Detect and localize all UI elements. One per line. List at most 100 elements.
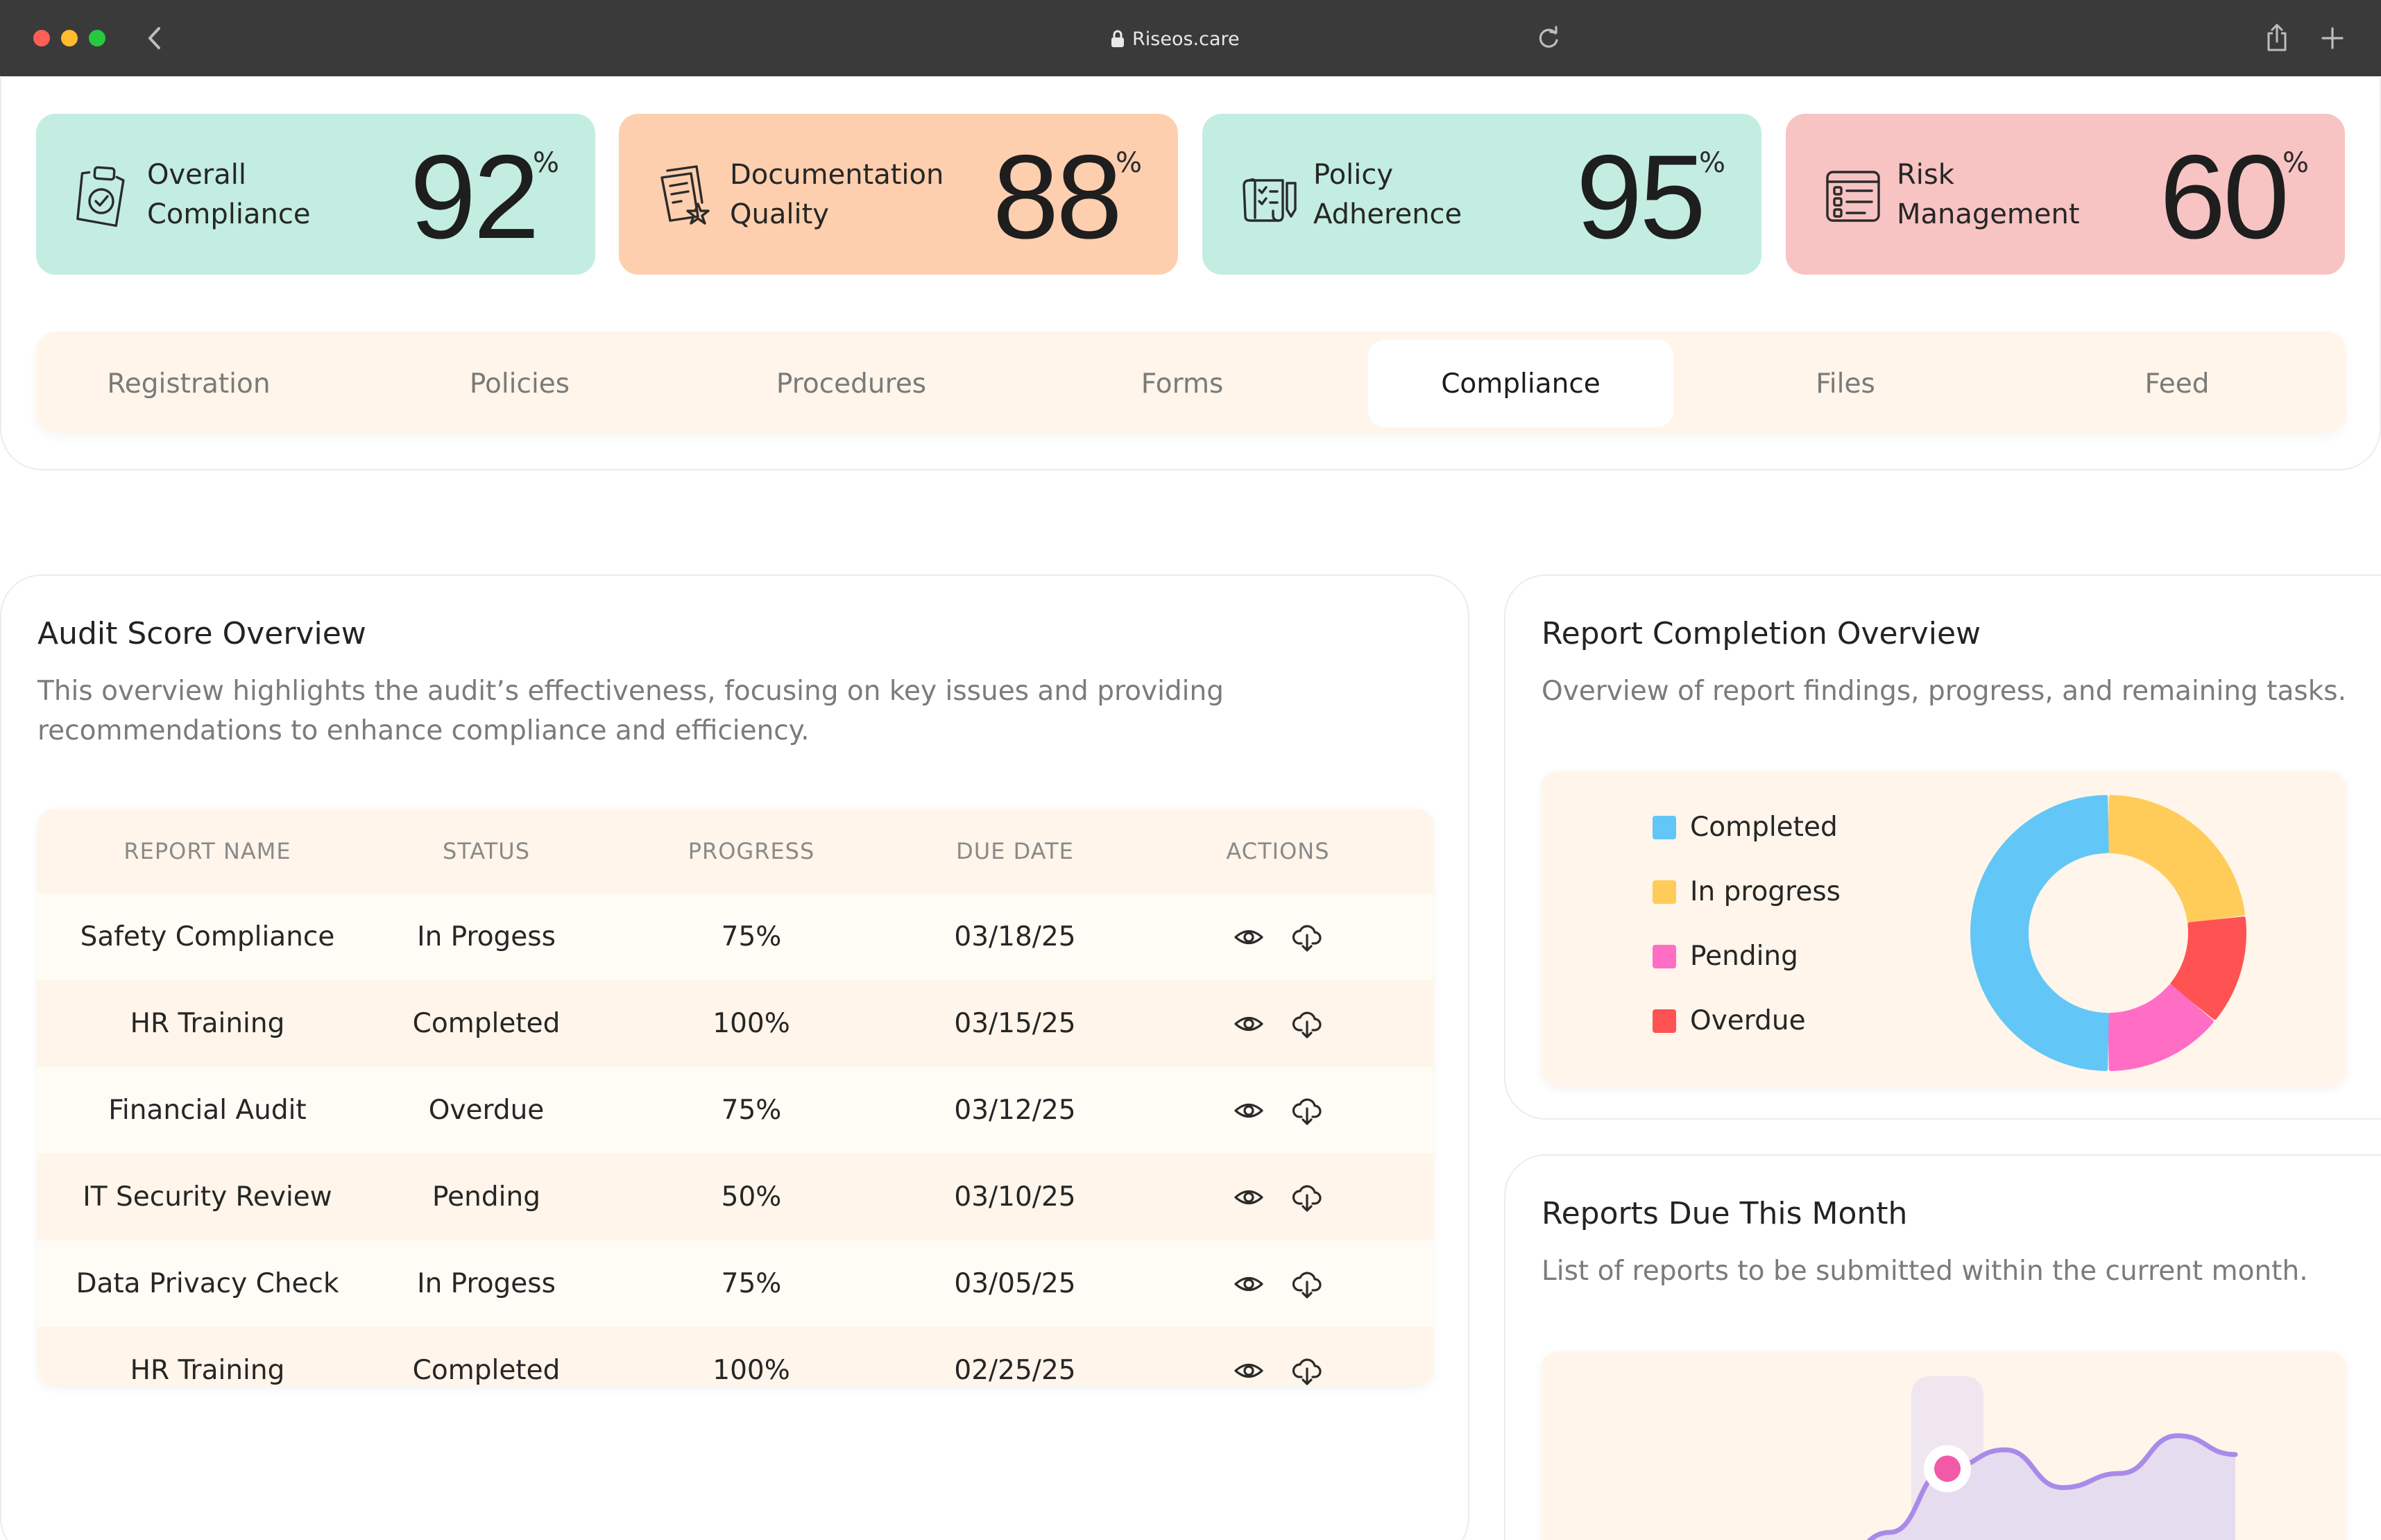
clipboard-check-icon bbox=[76, 166, 125, 228]
new-tab-icon[interactable] bbox=[2320, 26, 2345, 51]
report-completion-panel: Report Completion Overview Overview of r… bbox=[1504, 574, 2381, 1120]
reports-due-panel: Reports Due This Month List of reports t… bbox=[1504, 1154, 2381, 1540]
cell-actions bbox=[1123, 1095, 1433, 1127]
stat-unit: % bbox=[532, 147, 559, 179]
scroll-checklist-icon bbox=[1243, 178, 1297, 222]
document-star-icon bbox=[660, 165, 710, 225]
highlight-point[interactable] bbox=[1934, 1455, 1961, 1482]
stat-value: 92 bbox=[409, 130, 540, 264]
stat-value: 95 bbox=[1576, 130, 1706, 264]
stat-label: Policy Adherence bbox=[1313, 159, 1462, 230]
table-header: REPORT NAME STATUS PROGRESS DUE DATE ACT… bbox=[37, 809, 1433, 893]
legend-item-overdue: Overdue bbox=[1653, 1005, 1806, 1036]
tab-forms[interactable]: Forms bbox=[1030, 340, 1335, 427]
cell-status: In Progess bbox=[417, 1268, 556, 1299]
audit-table: REPORT NAME STATUS PROGRESS DUE DATE ACT… bbox=[37, 809, 1433, 1386]
reports-due-subtitle: List of reports to be submitted within t… bbox=[1542, 1256, 2308, 1287]
cell-progress: 100% bbox=[712, 1355, 790, 1386]
address-text: Riseos.care bbox=[1132, 28, 1240, 50]
donut-slice-in-progress[interactable] bbox=[2108, 795, 2245, 923]
report-completion-chart-card: Completed In progress Pending Overdue bbox=[1542, 771, 2346, 1086]
column-header-due-date[interactable]: DUE DATE bbox=[907, 838, 1123, 864]
legend-item-completed: Completed bbox=[1653, 812, 1838, 843]
stat-card-risk-management[interactable]: Risk Management 60 % bbox=[1786, 114, 2345, 275]
legend-swatch bbox=[1653, 880, 1676, 904]
back-chevron-icon[interactable] bbox=[144, 26, 165, 51]
eye-icon[interactable] bbox=[1233, 1355, 1265, 1387]
reports-due-area-chart bbox=[1866, 1376, 2238, 1540]
cell-status: Completed bbox=[412, 1008, 561, 1039]
cloud-download-icon[interactable] bbox=[1291, 1181, 1323, 1213]
table-row[interactable]: Data Privacy Check In Progess 75% 03/05/25 bbox=[37, 1240, 1433, 1327]
legend-label: In progress bbox=[1690, 876, 1841, 907]
stat-card-overall-compliance[interactable]: Overall Compliance 92 % bbox=[36, 114, 595, 275]
tab-compliance[interactable]: Compliance bbox=[1368, 340, 1673, 427]
cloud-download-icon[interactable] bbox=[1291, 1008, 1323, 1040]
reports-due-chart-card bbox=[1542, 1351, 2346, 1540]
stat-label: Overall Compliance bbox=[147, 159, 311, 230]
eye-icon[interactable] bbox=[1233, 1181, 1265, 1213]
cell-progress: 100% bbox=[712, 1008, 790, 1039]
tab-policies[interactable]: Policies bbox=[367, 340, 672, 427]
legend-label: Pending bbox=[1690, 941, 1798, 972]
table-row[interactable]: HR Training Completed 100% 02/25/25 bbox=[37, 1327, 1433, 1386]
cell-progress: 75% bbox=[721, 921, 782, 952]
report-completion-subtitle: Overview of report findings, progress, a… bbox=[1542, 676, 2347, 707]
table-row[interactable]: Safety Compliance In Progess 75% 03/18/25 bbox=[37, 893, 1433, 980]
column-header-status[interactable]: STATUS bbox=[377, 838, 595, 864]
cell-due-date: 03/12/25 bbox=[954, 1095, 1076, 1126]
cell-progress: 75% bbox=[721, 1095, 782, 1126]
audit-subtitle: This overview highlights the audit’s eff… bbox=[37, 676, 1224, 746]
tab-feed[interactable]: Feed bbox=[2024, 340, 2330, 427]
stat-unit: % bbox=[2282, 147, 2309, 179]
eye-icon[interactable] bbox=[1233, 921, 1265, 953]
cell-report-name: HR Training bbox=[130, 1355, 285, 1386]
cloud-download-icon[interactable] bbox=[1291, 921, 1323, 953]
eye-icon[interactable] bbox=[1233, 1008, 1265, 1040]
eye-icon[interactable] bbox=[1233, 1268, 1265, 1300]
cell-report-name: Financial Audit bbox=[108, 1095, 307, 1126]
eye-icon[interactable] bbox=[1233, 1095, 1265, 1127]
minimize-window-button[interactable] bbox=[61, 30, 78, 46]
cell-progress: 50% bbox=[721, 1181, 782, 1213]
close-window-button[interactable] bbox=[33, 30, 50, 46]
lock-icon bbox=[1111, 30, 1124, 47]
legend-label: Completed bbox=[1690, 812, 1838, 843]
cell-report-name: HR Training bbox=[130, 1008, 285, 1039]
legend-item-pending: Pending bbox=[1653, 941, 1798, 972]
tab-procedures[interactable]: Procedures bbox=[699, 340, 1004, 427]
legend-swatch bbox=[1653, 944, 1676, 968]
cell-actions bbox=[1123, 921, 1433, 953]
cell-status: In Progess bbox=[417, 921, 556, 952]
table-row[interactable]: Financial Audit Overdue 75% 03/12/25 bbox=[37, 1067, 1433, 1154]
cell-actions bbox=[1123, 1008, 1433, 1040]
cell-actions bbox=[1123, 1268, 1433, 1300]
column-header-progress[interactable]: PROGRESS bbox=[595, 838, 907, 864]
tab-registration[interactable]: Registration bbox=[36, 340, 341, 427]
cloud-download-icon[interactable] bbox=[1291, 1355, 1323, 1387]
report-completion-title: Report Completion Overview bbox=[1542, 616, 1981, 651]
donut-slice-completed[interactable] bbox=[1970, 795, 2109, 1071]
stat-card-documentation-quality[interactable]: Documentation Quality 88 % bbox=[619, 114, 1178, 275]
cell-report-name: Data Privacy Check bbox=[76, 1268, 339, 1299]
checklist-board-icon bbox=[1826, 171, 1880, 222]
address-bar[interactable]: Riseos.care bbox=[1110, 25, 1277, 53]
cell-due-date: 03/18/25 bbox=[954, 921, 1076, 952]
cloud-download-icon[interactable] bbox=[1291, 1095, 1323, 1127]
cloud-download-icon[interactable] bbox=[1291, 1268, 1323, 1300]
table-body: Safety Compliance In Progess 75% 03/18/25 HR… bbox=[37, 893, 1433, 1386]
share-icon[interactable] bbox=[2264, 22, 2289, 53]
legend-swatch bbox=[1653, 815, 1676, 839]
table-row[interactable]: HR Training Completed 100% 03/15/25 bbox=[37, 980, 1433, 1067]
column-header-report-name[interactable]: REPORT NAME bbox=[37, 838, 377, 864]
cell-report-name: Safety Compliance bbox=[80, 921, 335, 952]
column-header-actions: ACTIONS bbox=[1226, 838, 1330, 864]
completion-donut-chart bbox=[1970, 795, 2246, 1071]
stat-unit: % bbox=[1698, 147, 1725, 179]
table-row[interactable]: IT Security Review Pending 50% 03/10/25 bbox=[37, 1154, 1433, 1240]
reload-icon[interactable] bbox=[1535, 25, 1562, 51]
legend-swatch bbox=[1653, 1009, 1676, 1033]
maximize-window-button[interactable] bbox=[89, 30, 105, 46]
tab-files[interactable]: Files bbox=[1693, 340, 1998, 427]
stat-card-policy-adherence[interactable]: Policy Adherence 95 % bbox=[1202, 114, 1761, 275]
